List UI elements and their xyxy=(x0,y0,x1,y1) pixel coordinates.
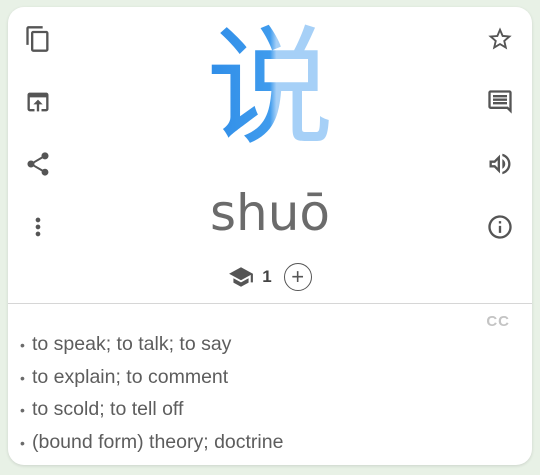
dictionary-card: 说 shuō 1 + CC • to speak; to talk; to say… xyxy=(8,7,532,465)
definition-text: to scold; to tell off xyxy=(32,398,184,420)
headword-character-text: 说 xyxy=(205,14,334,163)
add-icon: + xyxy=(291,264,305,289)
divider xyxy=(8,303,532,304)
definition-text: to speak; to talk; to say xyxy=(32,333,232,355)
source-badge: CC xyxy=(486,313,510,330)
pinyin: shuō xyxy=(209,184,331,242)
definition-item: • to scold; to tell off xyxy=(20,398,184,420)
definitions-list: • to speak; to talk; to say • to explain; … xyxy=(20,329,283,459)
headword-character: 说 xyxy=(8,19,532,159)
definition-item: • to explain; to comment xyxy=(20,365,229,388)
definition-text: (bound form) theory; doctrine xyxy=(32,430,284,453)
definition-text: to explain; to comment xyxy=(32,365,229,388)
definition-item: • to speak; to talk; to say xyxy=(20,333,232,355)
definition-item: • (bound form) theory; doctrine xyxy=(20,430,284,453)
hsk-level: 1 xyxy=(262,267,272,286)
add-to-list-button[interactable]: + xyxy=(283,263,312,291)
school-cap-icon xyxy=(228,264,254,290)
level-row: 1 + xyxy=(8,263,532,291)
